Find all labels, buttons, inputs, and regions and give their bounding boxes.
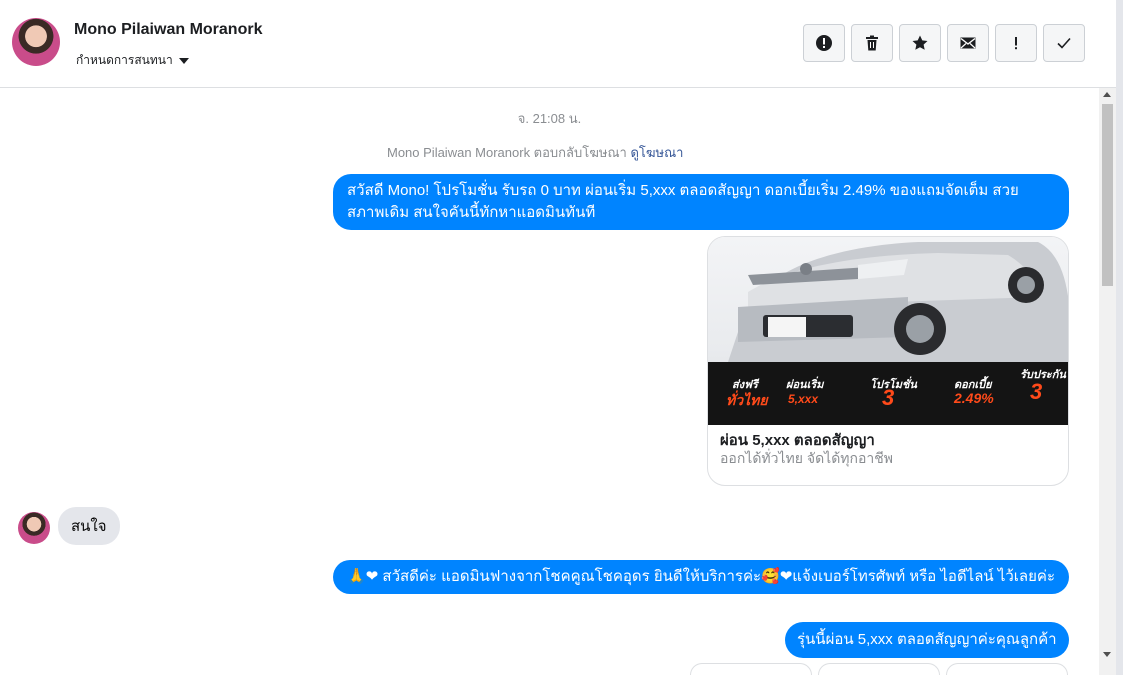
avatar[interactable] — [18, 512, 50, 544]
conversation-header: Mono Pilaiwan Moranork กำหนดการสนทนา — [0, 0, 1116, 88]
exclamation-icon — [1015, 37, 1017, 50]
report-button[interactable] — [803, 24, 845, 62]
window-edge — [1116, 0, 1123, 675]
promo-value: ทั่วไทย — [726, 392, 768, 408]
delete-button[interactable] — [851, 24, 893, 62]
alert-circle-icon — [816, 35, 832, 51]
messenger-app: Mono Pilaiwan Moranork กำหนดการสนทนา จ. … — [0, 0, 1123, 675]
scroll-thumb[interactable] — [1102, 104, 1113, 286]
spam-button[interactable] — [995, 24, 1037, 62]
avatar[interactable] — [12, 18, 60, 66]
ad-card[interactable]: ส่งฟรี ทั่วไทย ผ่อนเริ่ม 5,xxx โปรโมชั่น… — [707, 236, 1069, 486]
next-card-peek — [946, 663, 1068, 675]
promo-value: 2.49% — [954, 390, 994, 406]
view-ad-link[interactable]: ดูโฆษณา — [630, 145, 683, 160]
message-bubble-outgoing[interactable]: 🙏❤ สวัสดีค่ะ แอดมินฟางจากโชคคูณโชคอุดร ย… — [333, 560, 1069, 594]
envelope-icon — [960, 37, 976, 49]
ad-card-subtitle: ออกได้ทั่วไทย จัดได้ทุกอาชีพ — [720, 450, 894, 466]
conversation-label: กำหนดการสนทนา — [76, 53, 173, 67]
star-icon — [912, 35, 928, 50]
check-icon — [1057, 37, 1071, 49]
scroll-up-arrow-icon[interactable] — [1103, 92, 1111, 97]
promo-value: 3 — [882, 385, 895, 410]
toolbar — [803, 24, 1085, 62]
next-card-peek — [818, 663, 940, 675]
done-button[interactable] — [1043, 24, 1085, 62]
promo-label: ผ่อนเริ่ม — [786, 379, 824, 391]
promo-label: รับประกัน — [1020, 369, 1066, 381]
message-bubble-incoming[interactable]: สนใจ — [58, 507, 120, 545]
ad-reply-note: Mono Pilaiwan Moranork ตอบกลับโฆษณา ดูโฆ… — [387, 142, 683, 163]
ad-car-image: ส่งฟรี ทั่วไทย ผ่อนเริ่ม 5,xxx โปรโมชั่น… — [708, 237, 1068, 425]
next-card-peek — [690, 663, 812, 675]
message-bubble-outgoing[interactable]: สวัสดี Mono! โปรโมชั่น รับรถ 0 บาท ผ่อนเ… — [333, 174, 1069, 230]
star-button[interactable] — [899, 24, 941, 62]
promo-value: 5,xxx — [788, 392, 819, 406]
message-timestamp: จ. 21:08 น. — [517, 111, 582, 126]
scroll-down-arrow-icon[interactable] — [1103, 652, 1111, 657]
mark-unread-button[interactable] — [947, 24, 989, 62]
conversation-label-dropdown[interactable]: กำหนดการสนทนา — [76, 51, 189, 70]
promo-value: 3 — [1030, 379, 1043, 404]
message-bubble-outgoing[interactable]: รุ่นนี้ผ่อน 5,xxx ตลอดสัญญาค่ะคุณลูกค้า — [785, 622, 1069, 658]
trash-icon — [866, 35, 878, 51]
ad-reply-text: Mono Pilaiwan Moranork ตอบกลับโฆษณา — [387, 145, 627, 160]
caret-down-icon — [178, 57, 189, 64]
contact-name[interactable]: Mono Pilaiwan Moranork — [74, 21, 262, 39]
